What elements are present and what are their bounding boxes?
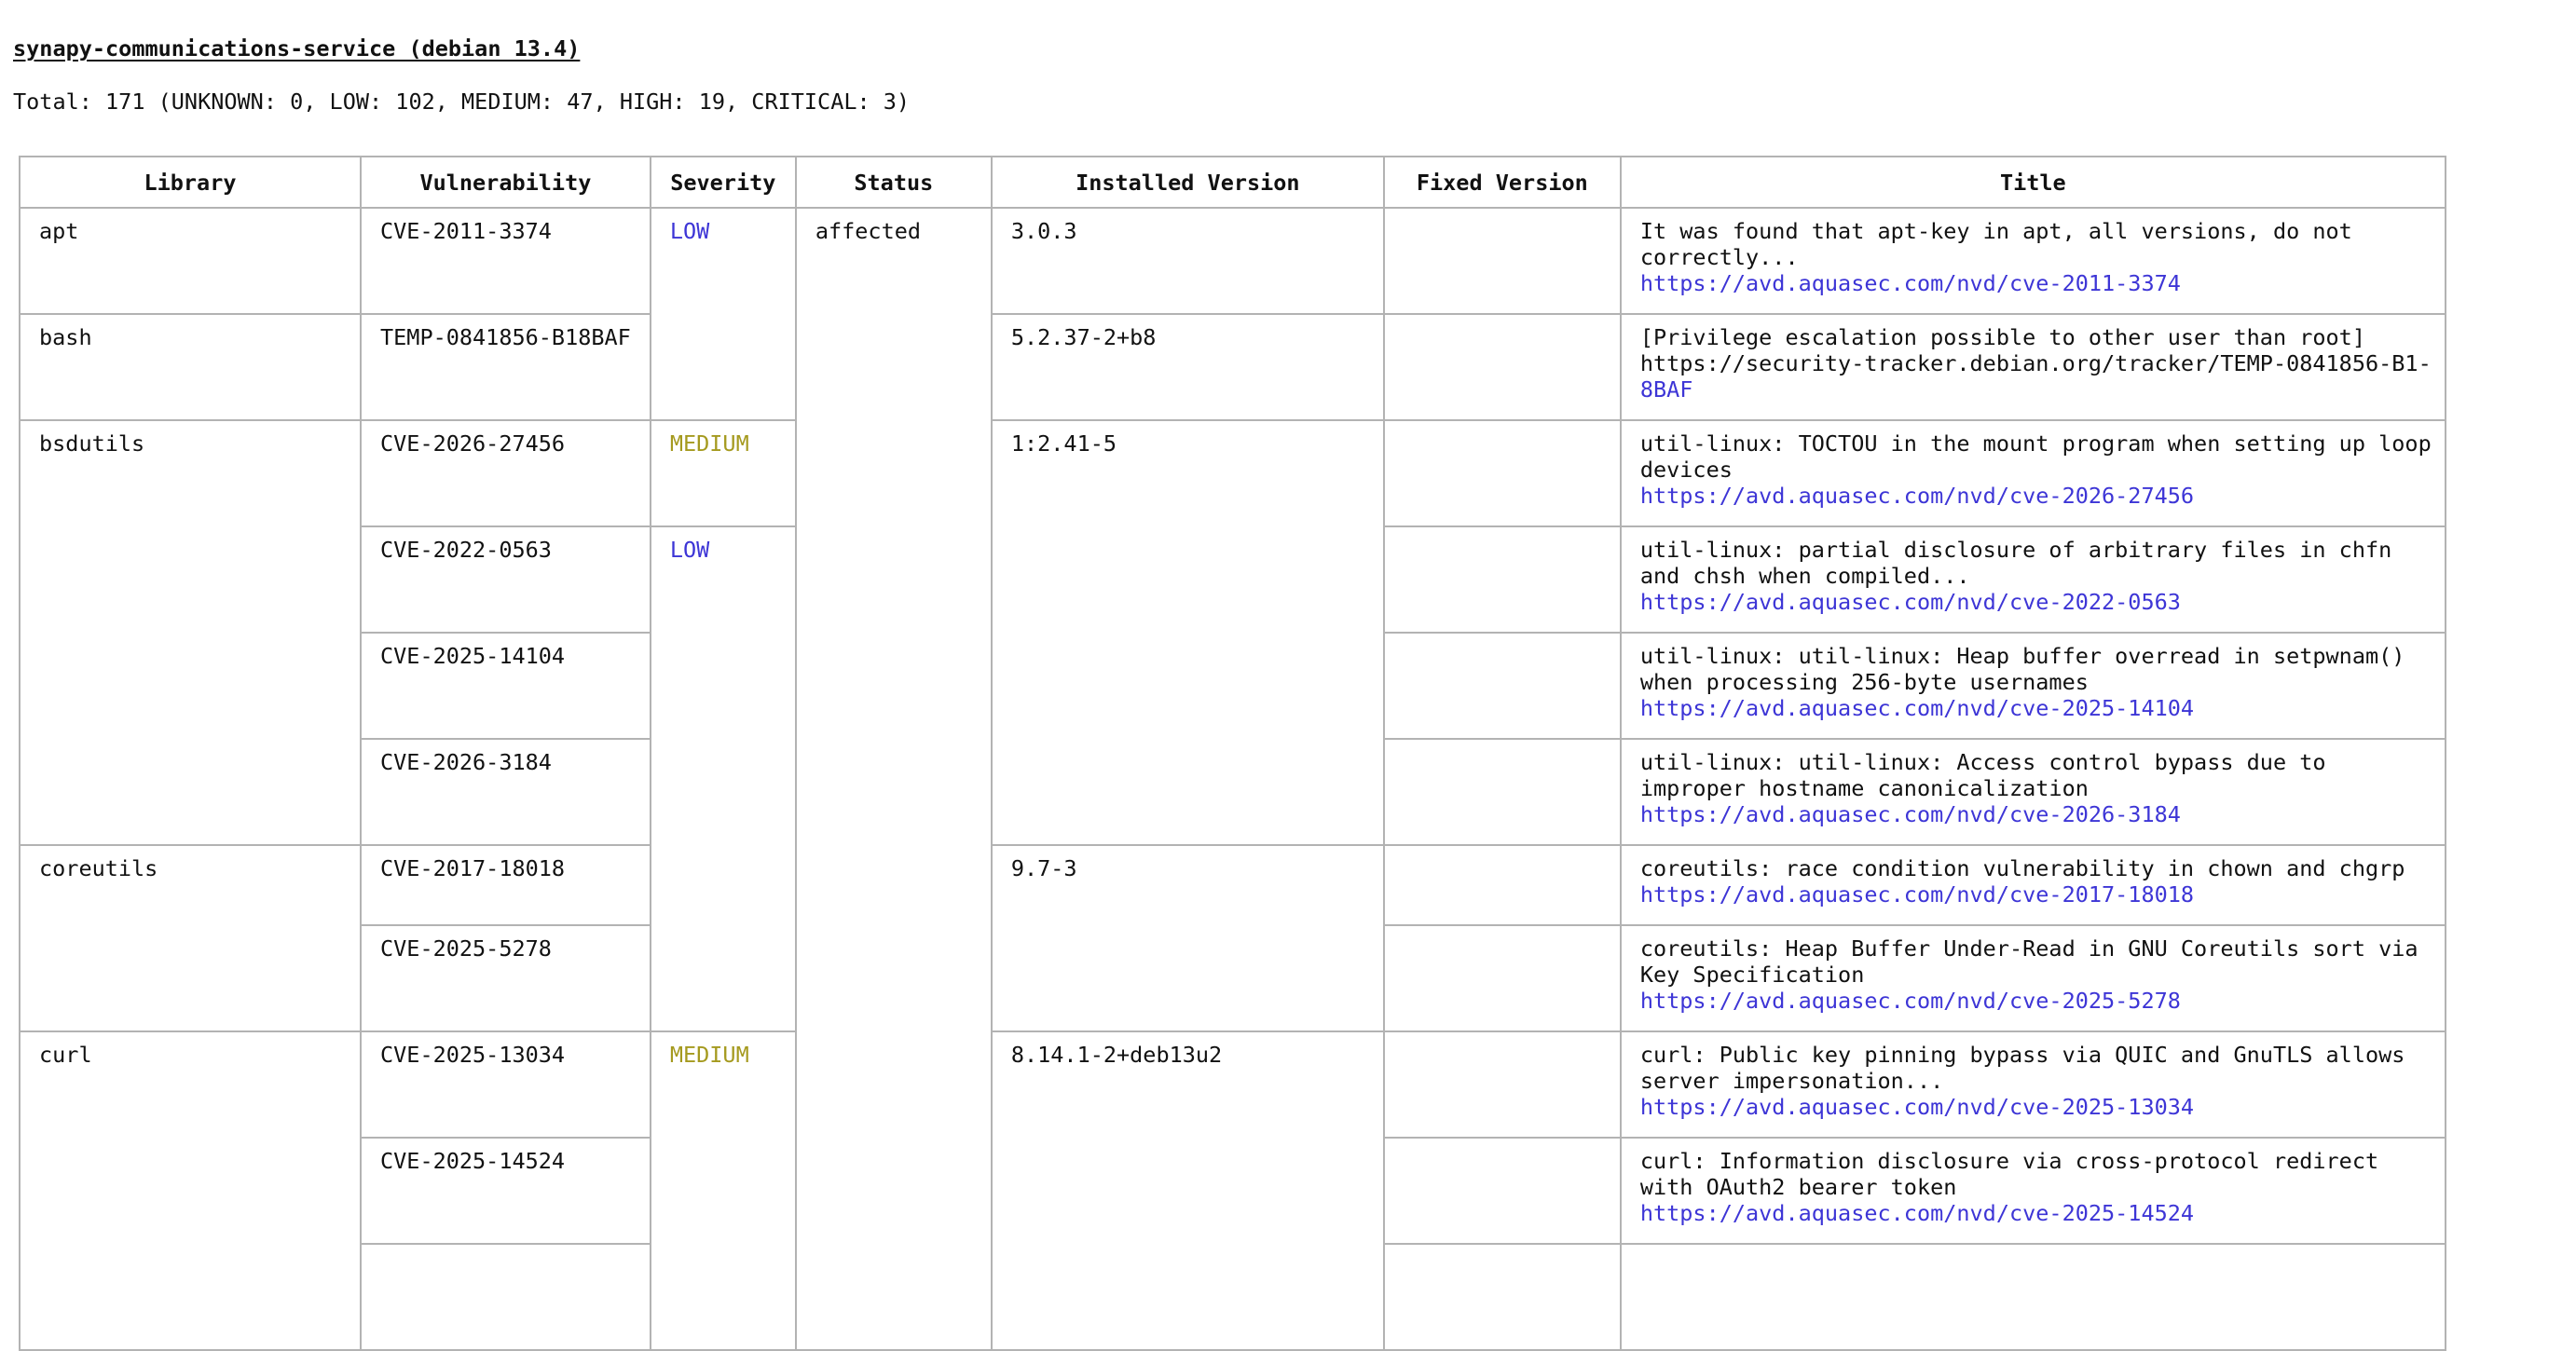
title-cell: util-linux: util-linux: Heap buffer over…	[1619, 632, 2446, 740]
fixed-version-cell	[1382, 1137, 1622, 1245]
vulnerability-summary: Total: 171 (UNKNOWN: 0, LOW: 102, MEDIUM…	[13, 89, 911, 115]
title-text: util-linux: partial disclosure of arbitr…	[1639, 537, 2392, 589]
title-text: coreutils: race condition vulnerability …	[1639, 855, 2405, 881]
report-title: synapy-communications-service (debian 13…	[13, 35, 581, 61]
title-cell	[1619, 1243, 2446, 1351]
installed-version-cell: 1:2.41-5	[990, 419, 1385, 846]
severity-cell: MEDIUM	[649, 1030, 797, 1351]
advisory-link[interactable]: https://avd.aquasec.com/nvd/cve-2011-337…	[1640, 270, 2435, 296]
table-row: apt CVE-2011-3374 LOW affected 3.0.3 It …	[19, 207, 2446, 1351]
title-cell: curl: Information disclosure via cross-p…	[1619, 1137, 2446, 1245]
installed-version-cell: 8.14.1-2+deb13u2	[990, 1030, 1385, 1351]
header-fixed-version: Fixed Version	[1382, 156, 1622, 209]
fixed-version-cell	[1382, 419, 1622, 527]
fixed-version-cell	[1382, 1030, 1622, 1139]
fixed-version-cell	[1382, 632, 1622, 740]
vulnerability-cell: CVE-2011-3374	[360, 207, 651, 315]
vulnerability-table: Library Vulnerability Severity Status In…	[19, 156, 2446, 1351]
title-text: coreutils: Heap Buffer Under-Read in GNU…	[1639, 935, 2418, 988]
title-cell: util-linux: partial disclosure of arbitr…	[1619, 525, 2446, 634]
header-title: Title	[1619, 156, 2446, 209]
table-row: coreutils CVE-2017-18018 9.7-3 coreutils…	[19, 844, 2446, 1032]
installed-version-cell: 5.2.37-2+b8	[990, 313, 1385, 421]
advisory-link[interactable]: https://avd.aquasec.com/nvd/cve-2017-180…	[1640, 881, 2435, 907]
table-row: bash TEMP-0841856-B18BAF 5.2.37-2+b8 [Pr…	[19, 313, 2446, 421]
fixed-version-cell	[1382, 1243, 1622, 1351]
vulnerability-cell: CVE-2017-18018	[360, 844, 651, 926]
tracker-link[interactable]: https://security-tracker.debian.org/trac…	[1640, 350, 2435, 376]
vulnerability-cell: CVE-2026-3184	[360, 738, 651, 846]
title-cell: curl: Public key pinning bypass via QUIC…	[1619, 1030, 2446, 1139]
fixed-version-cell	[1382, 525, 1622, 634]
header-severity: Severity	[649, 156, 797, 209]
severity-cell: LOW	[649, 207, 797, 421]
table-header-row: Library Vulnerability Severity Status In…	[19, 156, 2446, 209]
title-text: [Privilege escalation possible to other …	[1639, 324, 2365, 350]
library-cell: bsdutils	[19, 419, 362, 846]
advisory-link[interactable]: https://avd.aquasec.com/nvd/cve-2025-527…	[1640, 988, 2435, 1014]
title-text: util-linux: util-linux: Heap buffer over…	[1639, 643, 2405, 695]
installed-version-cell: 9.7-3	[990, 844, 1385, 1032]
header-status: Status	[794, 156, 993, 209]
title-cell: It was found that apt-key in apt, all ve…	[1619, 207, 2446, 315]
tracker-link-tail[interactable]: 8BAF	[1640, 376, 2435, 403]
fixed-version-cell	[1382, 924, 1622, 1032]
table-row: bsdutils CVE-2026-27456 MEDIUM 1:2.41-5 …	[19, 419, 2446, 846]
title-cell: coreutils: race condition vulnerability …	[1619, 844, 2446, 926]
severity-cell: MEDIUM	[649, 419, 797, 527]
header-installed-version: Installed Version	[990, 156, 1385, 209]
table-row: curl CVE-2025-13034 MEDIUM 8.14.1-2+deb1…	[19, 1030, 2446, 1351]
advisory-link[interactable]: https://avd.aquasec.com/nvd/cve-2025-130…	[1640, 1094, 2435, 1120]
library-cell: bash	[19, 313, 362, 421]
vulnerability-cell: TEMP-0841856-B18BAF	[360, 313, 651, 421]
title-text: util-linux: TOCTOU in the mount program …	[1639, 430, 2432, 483]
library-cell: apt	[19, 207, 362, 315]
advisory-link[interactable]: https://avd.aquasec.com/nvd/cve-2026-318…	[1640, 801, 2435, 827]
library-cell: coreutils	[19, 844, 362, 1032]
vulnerability-cell	[360, 1243, 651, 1351]
title-text: util-linux: util-linux: Access control b…	[1639, 749, 2326, 801]
vulnerability-cell: CVE-2025-14104	[360, 632, 651, 740]
title-cell: coreutils: Heap Buffer Under-Read in GNU…	[1619, 924, 2446, 1032]
severity-cell: LOW	[649, 525, 797, 1032]
title-text: It was found that apt-key in apt, all ve…	[1639, 218, 2352, 270]
advisory-link[interactable]: https://avd.aquasec.com/nvd/cve-2025-145…	[1640, 1200, 2435, 1226]
title-text: curl: Information disclosure via cross-p…	[1639, 1148, 2379, 1200]
advisory-link[interactable]: https://avd.aquasec.com/nvd/cve-2025-141…	[1640, 695, 2435, 721]
advisory-link[interactable]: https://avd.aquasec.com/nvd/cve-2022-056…	[1640, 589, 2435, 615]
header-vulnerability: Vulnerability	[360, 156, 651, 209]
header-library: Library	[19, 156, 362, 209]
title-cell: util-linux: TOCTOU in the mount program …	[1619, 419, 2446, 527]
title-cell: util-linux: util-linux: Access control b…	[1619, 738, 2446, 846]
fixed-version-cell	[1382, 207, 1622, 315]
title-cell: [Privilege escalation possible to other …	[1619, 313, 2446, 421]
vulnerability-cell: CVE-2022-0563	[360, 525, 651, 634]
vulnerability-cell: CVE-2025-14524	[360, 1137, 651, 1245]
vulnerability-cell: CVE-2026-27456	[360, 419, 651, 527]
title-text: curl: Public key pinning bypass via QUIC…	[1639, 1042, 2405, 1094]
installed-version-cell: 3.0.3	[990, 207, 1385, 315]
fixed-version-cell	[1382, 738, 1622, 846]
status-cell: affected	[794, 207, 993, 1351]
vulnerability-cell: CVE-2025-13034	[360, 1030, 651, 1139]
fixed-version-cell	[1382, 844, 1622, 926]
library-cell: curl	[19, 1030, 362, 1351]
advisory-link[interactable]: https://avd.aquasec.com/nvd/cve-2026-274…	[1640, 483, 2435, 509]
vulnerability-cell: CVE-2025-5278	[360, 924, 651, 1032]
fixed-version-cell	[1382, 313, 1622, 421]
